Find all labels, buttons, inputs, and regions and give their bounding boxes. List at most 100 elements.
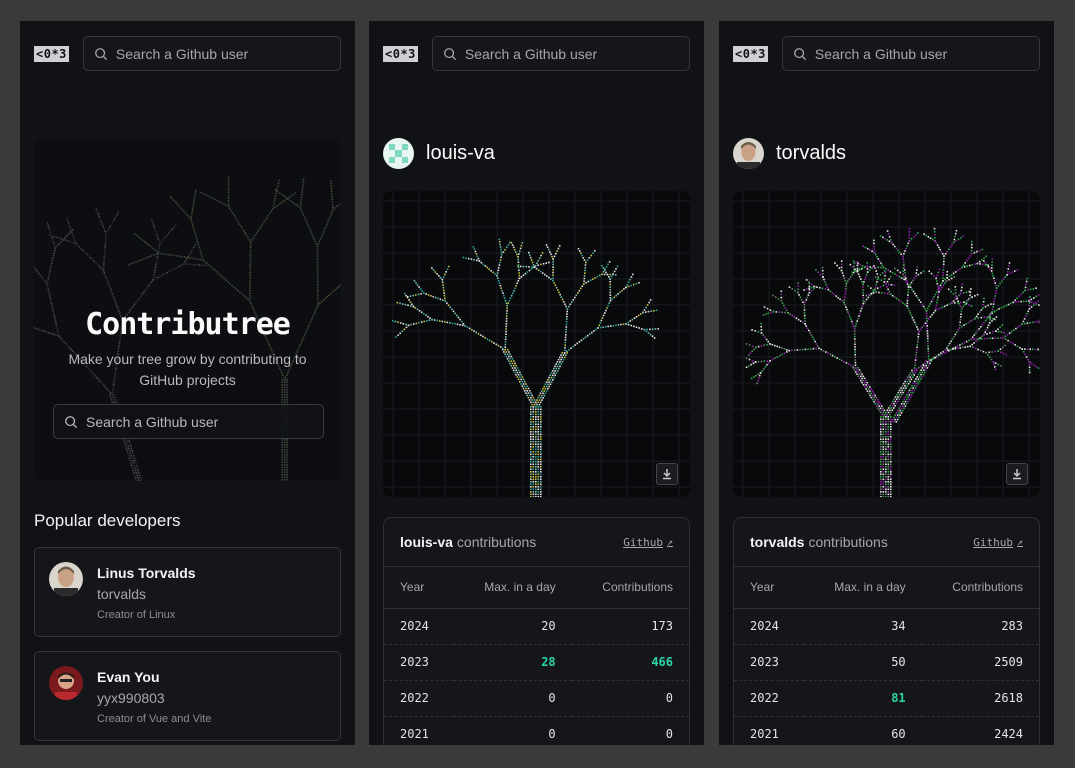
search-icon [444,47,457,60]
external-link-icon: ↗ [1016,536,1023,548]
table-cell-year: 2023 [384,644,454,681]
table-cell-total: 2424 [921,716,1039,745]
contributions-table: Year Max. in a day Contributions 2024 34 2… [734,567,1039,745]
table-cell-year: 2024 [384,608,454,645]
table-cell-total: 0 [571,716,689,745]
table-row: 2023 50 2509 [734,644,1039,681]
table-cell-max: 34 [803,608,922,645]
hero-title: Contributree [85,307,291,342]
table-row: 2024 34 283 [734,608,1039,645]
profile-username: torvalds [776,142,847,164]
hero-subtitle: Make your tree grow by contributing to G… [68,351,307,388]
table-cell-total: 466 [571,644,689,681]
table-cell-total: 2618 [921,680,1039,717]
popular-developers-title: Popular developers [34,511,181,530]
table-row: 2022 81 2618 [734,680,1039,717]
contribution-tree [733,191,1040,497]
tree-visualization [383,191,690,497]
table-cell-year: 2021 [734,716,804,745]
contributions-header: torvalds contributions Github ↗ [734,518,1039,567]
download-button[interactable] [1006,463,1028,485]
table-row: 2021 0 0 [384,716,689,745]
profile-username: louis-va [426,142,495,164]
github-link-label: Github [623,535,663,549]
logo[interactable]: <0*3 [733,45,768,62]
developer-login: yyx990803 [97,690,165,706]
developer-description: Creator of Linux [97,609,176,621]
contributions-table: Year Max. in a day Contributions 2024 20 1… [384,567,689,745]
contributions-username: louis-va [400,534,453,550]
download-icon [1013,469,1021,480]
table-cell-year: 2023 [734,644,804,681]
contribution-tree [383,191,690,497]
search-placeholder: Search a Github user [814,45,948,62]
table-cell-max: 60 [803,716,922,745]
github-link[interactable]: Github ↗ [623,536,673,549]
table-cell-max: 0 [453,680,572,717]
profile-header: torvalds [733,138,846,169]
search-placeholder: Search a Github user [115,45,249,62]
table-cell-max: 20 [453,608,572,645]
linus-avatar-icon [49,562,83,596]
top-bar: <0*3 Search a Github user [383,36,690,71]
table-cell-total: 173 [571,608,689,645]
table-row: 2024 20 173 [384,608,689,645]
github-link-label: Github [973,535,1013,549]
column-header: Contributions [921,567,1039,609]
table-cell-total: 0 [571,680,689,717]
external-link-icon: ↗ [666,536,673,548]
column-header: Max. in a day [453,567,572,609]
table-cell-year: 2024 [734,608,804,645]
logo[interactable]: <0*3 [34,45,69,62]
table-row: 2023 28 466 [384,644,689,681]
table-cell-year: 2022 [734,680,804,717]
developer-card[interactable]: Linus Torvalds torvalds Creator of Linux [34,547,341,637]
table-cell-year: 2021 [384,716,454,745]
table-cell-total: 2509 [921,644,1039,681]
download-icon [663,469,671,480]
column-header: Contributions [571,567,689,609]
column-header: Year [384,567,454,609]
download-button[interactable] [656,463,678,485]
column-header: Year [734,567,804,609]
hero-search-input[interactable]: Search a Github user [53,404,324,439]
column-header: Max. in a day [803,567,922,609]
developer-login: torvalds [97,586,147,602]
contributions-panel: louis-va contributions Github ↗ Year Max.… [383,517,690,745]
contributions-panel: torvalds contributions Github ↗ Year Max.… [733,517,1040,745]
contributions-label: contributions [808,534,888,550]
table-cell-max: 81 [803,680,922,717]
developer-name: Evan You [97,669,160,685]
table-cell-total: 283 [921,608,1039,645]
profile-screen: <0*3 Search a Github user torvalds torva… [719,21,1054,745]
top-bar: <0*3 Search a Github user [733,36,1040,71]
search-icon [95,47,108,60]
table-cell-year: 2022 [384,680,454,717]
logo[interactable]: <0*3 [383,45,418,62]
search-icon [65,415,78,428]
profile-screen: <0*3 Search a Github user louis-va louis… [369,21,704,745]
search-placeholder: Search a Github user [464,45,598,62]
developer-name: Linus Torvalds [97,565,196,581]
search-input[interactable]: Search a Github user [82,36,341,71]
home-screen: <0*3 Search a Github user Contributree M… [20,21,355,745]
top-bar: <0*3 Search a Github user [34,36,341,71]
identicon-avatar-icon [383,138,414,169]
table-row: 2022 0 0 [384,680,689,717]
hero-search-placeholder: Search a Github user [86,413,219,430]
profile-header: louis-va [383,138,495,169]
developer-description: Creator of Vue and Vite [97,713,212,725]
hero-banner: Contributree Make your tree grow by cont… [34,139,341,481]
evan-avatar-icon [49,666,83,700]
linus-avatar-icon [733,138,764,169]
search-input[interactable]: Search a Github user [781,36,1040,71]
table-row: 2021 60 2424 [734,716,1039,745]
table-cell-max: 0 [453,716,572,745]
search-input[interactable]: Search a Github user [431,36,690,71]
developer-card[interactable]: Evan You yyx990803 Creator of Vue and Vi… [34,651,341,741]
table-cell-max: 28 [453,644,572,681]
contributions-username: torvalds [750,534,805,550]
contributions-label: contributions [456,534,537,550]
table-cell-max: 50 [803,644,922,681]
github-link[interactable]: Github ↗ [973,536,1023,549]
